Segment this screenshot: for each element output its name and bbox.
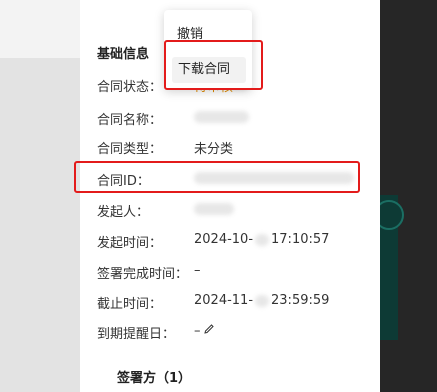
redacted-value — [194, 110, 249, 123]
backdrop-overlay — [0, 0, 80, 392]
section-title-basic-info: 基础信息 — [97, 47, 150, 62]
field-initiated-time: 发起时间： 2024-10- 17:10:57 — [97, 232, 329, 251]
initiated-time-value: 2024-10- 17:10:57 — [194, 232, 330, 247]
field-expiry-reminder: 到期提醒日： – — [97, 323, 214, 342]
field-contract-name: 合同名称： — [97, 109, 249, 128]
deadline-value: 2024-11- 23:59:59 — [194, 293, 330, 308]
field-label: 合同类型： — [97, 142, 163, 157]
field-label: 合同名称： — [97, 113, 163, 128]
field-label: 到期提醒日： — [97, 327, 176, 342]
expiry-reminder-value: – — [194, 323, 215, 339]
contract-name-value — [194, 109, 249, 124]
field-label: 发起人： — [97, 205, 150, 220]
initiator-value — [194, 201, 234, 216]
redacted-value — [194, 202, 234, 215]
field-initiator: 发起人： — [97, 201, 234, 220]
signers-heading: 签署方（1） — [117, 371, 192, 386]
completion-time-value: – — [194, 263, 201, 278]
backdrop-header — [0, 0, 80, 58]
redacted-day — [255, 233, 270, 246]
field-label: 签署完成时间： — [97, 267, 189, 282]
edit-pencil-icon[interactable] — [203, 323, 215, 339]
field-label: 合同状态： — [97, 80, 163, 95]
field-deadline: 截止时间： 2024-11- 23:59:59 — [97, 293, 329, 312]
highlight-box-download — [164, 40, 263, 90]
field-contract-status: 合同状态： 待审核 — [97, 76, 249, 95]
field-label: 截止时间： — [97, 297, 163, 312]
field-contract-type: 合同类型： 未分类 — [97, 138, 233, 157]
field-completion-time: 签署完成时间： – — [97, 263, 201, 282]
redacted-day — [255, 294, 270, 307]
field-label: 发起时间： — [97, 236, 163, 251]
contract-type-value: 未分类 — [194, 142, 234, 157]
highlight-box-contract-id — [74, 161, 360, 193]
